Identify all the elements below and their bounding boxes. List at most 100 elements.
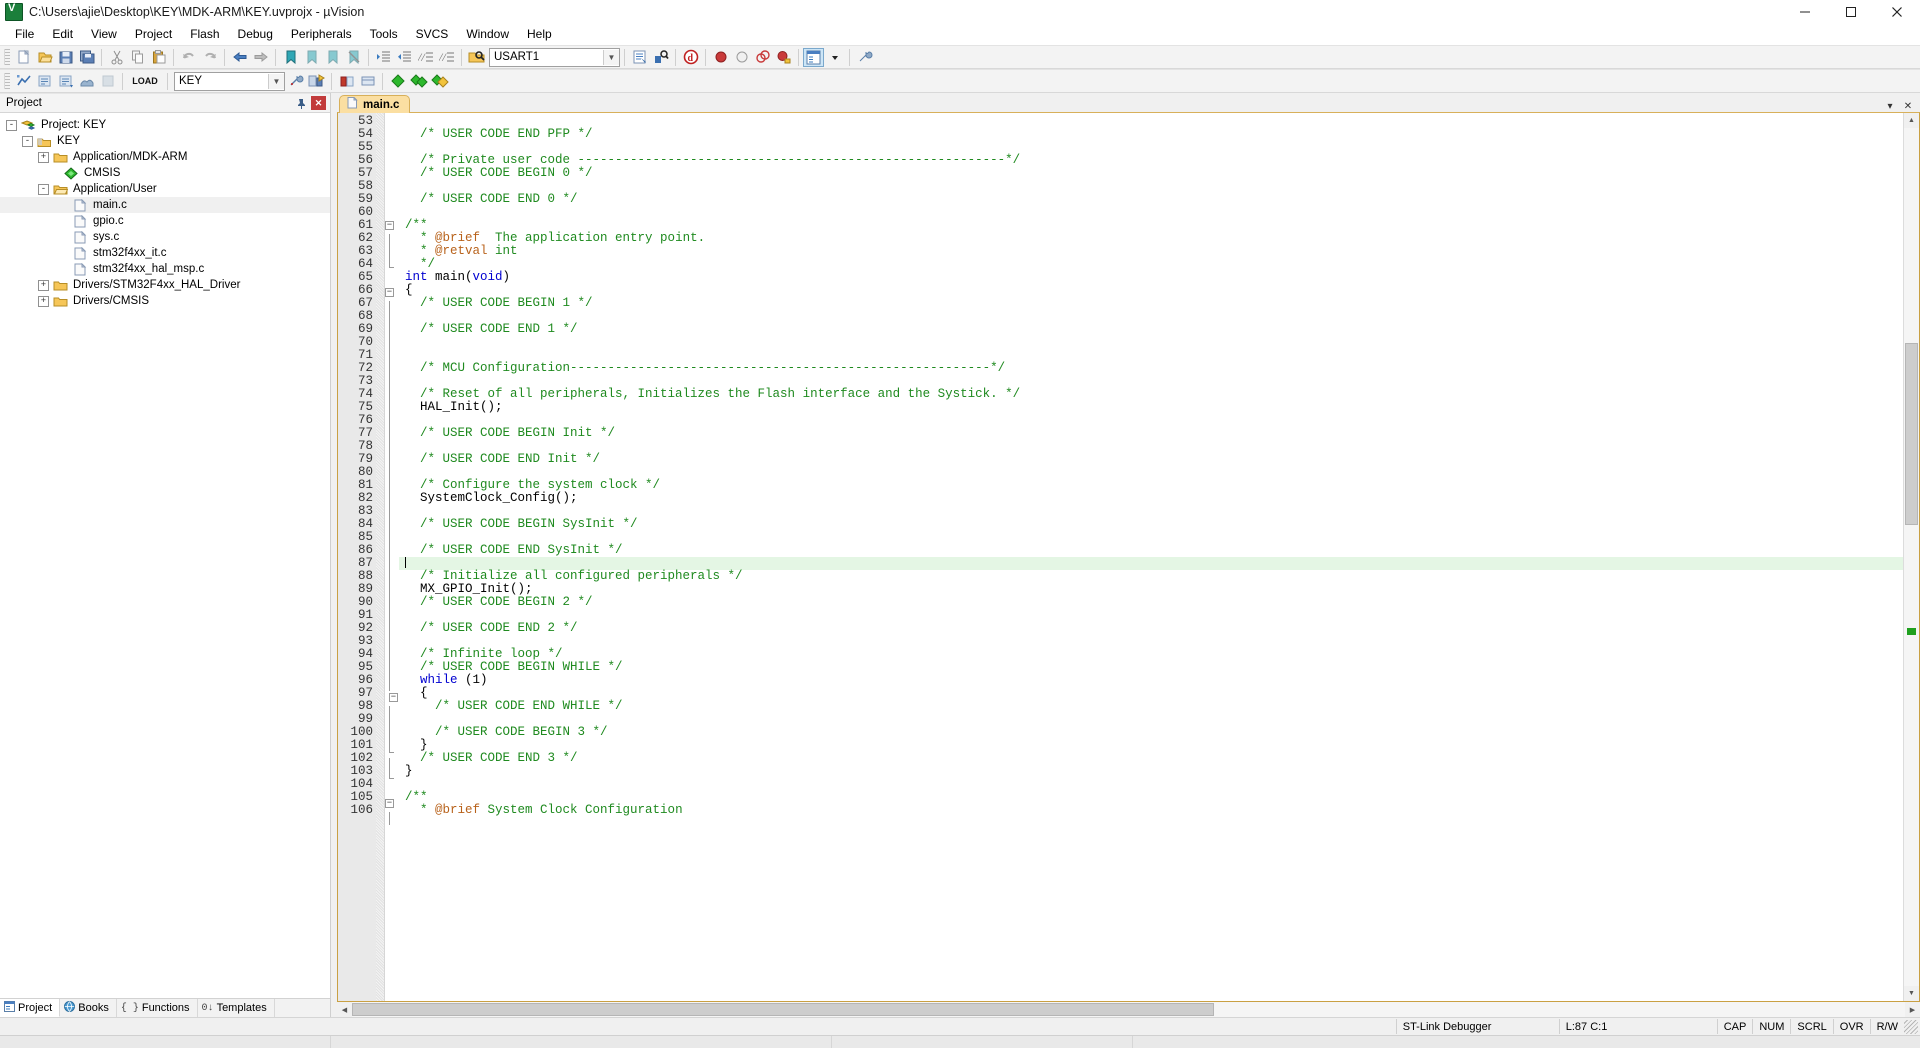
code-line[interactable]: /* Initialize all configured peripherals… xyxy=(399,570,1903,583)
code-editor[interactable]: 53 54 55 56 57 58 59 60 61 62 63 64 65 66 67 68 69 70 71 72… xyxy=(338,113,1903,1001)
tree-node-project-key[interactable]: - Project: KEY xyxy=(0,117,330,133)
code-line[interactable]: /* USER CODE BEGIN Init */ xyxy=(399,427,1903,440)
code-line[interactable]: HAL_Init(); xyxy=(399,401,1903,414)
maximize-button[interactable] xyxy=(1828,0,1874,24)
fold-marker[interactable]: − xyxy=(385,693,399,706)
expander-collapse[interactable]: - xyxy=(38,183,49,195)
code-line[interactable]: } xyxy=(399,739,1903,752)
target-select-combo[interactable]: KEY ▼ xyxy=(174,71,285,91)
menu-item-peripherals[interactable]: Peripherals xyxy=(282,25,361,44)
menu-item-tools[interactable]: Tools xyxy=(361,25,407,44)
code-line[interactable] xyxy=(399,336,1903,349)
load-icon[interactable]: LOAD xyxy=(127,72,163,91)
code-line[interactable] xyxy=(399,609,1903,622)
tree-node-drivers-cmsis[interactable]: + Drivers/CMSIS xyxy=(0,293,330,309)
code-line[interactable]: /* USER CODE END WHILE */ xyxy=(399,700,1903,713)
debug-target-combo[interactable]: USART1 ▼ xyxy=(489,47,620,67)
indent-decrease-icon[interactable] xyxy=(394,48,415,67)
expander-expand[interactable]: + xyxy=(38,295,49,307)
bookmark-toggle-icon[interactable] xyxy=(280,48,301,67)
menu-item-help[interactable]: Help xyxy=(518,25,561,44)
code-line[interactable]: /* Private user code -------------------… xyxy=(399,154,1903,167)
scroll-down-button[interactable]: ▼ xyxy=(1904,986,1919,1001)
code-line[interactable]: /* USER CODE BEGIN 0 */ xyxy=(399,167,1903,180)
menu-item-edit[interactable]: Edit xyxy=(43,25,82,44)
close-button[interactable] xyxy=(1874,0,1920,24)
project-window-toggle-icon[interactable] xyxy=(803,47,824,67)
rebuild-icon[interactable] xyxy=(55,72,76,91)
minimize-button[interactable] xyxy=(1782,0,1828,24)
code-line[interactable]: /* USER CODE END SysInit */ xyxy=(399,544,1903,557)
breakpoint-margin[interactable] xyxy=(376,113,385,1001)
fold-marker[interactable]: − xyxy=(385,288,399,301)
new-file-icon[interactable] xyxy=(13,48,34,67)
tree-node-key-target[interactable]: - KEY xyxy=(0,133,330,149)
tab-project[interactable]: Project xyxy=(0,999,61,1017)
manage-runtime-env-icon[interactable] xyxy=(357,72,378,91)
tree-node-stm32f4xx-hal-msp-c[interactable]: stm32f4xx_hal_msp.c xyxy=(0,261,330,277)
bookmark-next-icon[interactable] xyxy=(322,48,343,67)
indent-increase-icon[interactable] xyxy=(373,48,394,67)
hscroll-thumb[interactable] xyxy=(352,1003,1214,1016)
pack-installer-icon[interactable] xyxy=(336,72,357,91)
toolbar-grip[interactable] xyxy=(4,49,10,65)
open-file-icon[interactable] xyxy=(34,48,55,67)
code-line[interactable] xyxy=(399,180,1903,193)
code-line[interactable]: /* USER CODE BEGIN WHILE */ xyxy=(399,661,1903,674)
insert-breakpoint-icon[interactable] xyxy=(710,48,731,67)
code-line[interactable]: /* USER CODE BEGIN SysInit */ xyxy=(399,518,1903,531)
chevron-down-icon[interactable]: ▼ xyxy=(603,49,619,65)
code-line[interactable]: SystemClock_Config(); xyxy=(399,492,1903,505)
batch-build-icon[interactable] xyxy=(76,72,97,91)
code-line[interactable] xyxy=(399,713,1903,726)
stop-build-icon[interactable] xyxy=(97,72,118,91)
tree-node-drivers-stm32f4xx-hal-driver[interactable]: + Drivers/STM32F4xx_HAL_Driver xyxy=(0,277,330,293)
menu-item-view[interactable]: View xyxy=(82,25,126,44)
disable-all-breakpoints-icon[interactable] xyxy=(773,48,794,67)
target-options-dialog-icon[interactable] xyxy=(285,72,306,91)
tab-books[interactable]: Books xyxy=(60,999,117,1017)
uncomment-icon[interactable]: // xyxy=(436,48,457,67)
save-all-icon[interactable] xyxy=(76,48,97,67)
code-line[interactable] xyxy=(399,440,1903,453)
code-line[interactable] xyxy=(399,531,1903,544)
code-line[interactable] xyxy=(399,206,1903,219)
code-line[interactable]: * @retval int xyxy=(399,245,1903,258)
configuration-wizard-icon[interactable] xyxy=(854,48,875,67)
code-line[interactable]: /* USER CODE END 2 */ xyxy=(399,622,1903,635)
code-line[interactable] xyxy=(399,778,1903,791)
comment-icon[interactable]: // xyxy=(415,48,436,67)
tree-node-stm32f4xx-it-c[interactable]: stm32f4xx_it.c xyxy=(0,245,330,261)
redo-icon[interactable] xyxy=(199,48,220,67)
toolbar-grip[interactable] xyxy=(4,73,10,89)
code-line[interactable]: } xyxy=(399,765,1903,778)
code-line[interactable]: /* USER CODE BEGIN 3 */ xyxy=(399,726,1903,739)
svcs-commit-icon[interactable] xyxy=(387,72,408,91)
start-debug-session-icon[interactable]: d xyxy=(680,48,701,67)
close-icon[interactable]: ✕ xyxy=(311,96,326,110)
code-line[interactable]: { xyxy=(399,284,1903,297)
tree-node-application-user[interactable]: - Application/User xyxy=(0,181,330,197)
pin-icon[interactable] xyxy=(294,96,308,110)
tree-node-main-c[interactable]: main.c xyxy=(0,197,330,213)
code-line[interactable] xyxy=(399,414,1903,427)
tab-templates[interactable]: 0↓ Templates xyxy=(198,999,275,1017)
project-tree[interactable]: - Project: KEY - KEY + Application/MDK-A… xyxy=(0,113,330,998)
manage-project-items-icon[interactable] xyxy=(306,72,327,91)
code-line[interactable]: /* USER CODE BEGIN 2 */ xyxy=(399,596,1903,609)
close-icon[interactable]: ✕ xyxy=(1902,101,1914,112)
navigate-forward-icon[interactable] xyxy=(250,48,271,67)
undo-icon[interactable] xyxy=(178,48,199,67)
disable-breakpoint-icon[interactable] xyxy=(731,48,752,67)
fold-collapse-box[interactable]: − xyxy=(389,693,398,702)
copy-icon[interactable] xyxy=(127,48,148,67)
expander-expand[interactable]: + xyxy=(38,151,49,163)
fold-collapse-box[interactable]: − xyxy=(385,799,394,808)
paste-icon[interactable] xyxy=(148,48,169,67)
hscroll-track[interactable] xyxy=(352,1002,1905,1017)
code-line[interactable]: while (1) xyxy=(399,674,1903,687)
chevron-down-icon[interactable]: ▾ xyxy=(1884,101,1896,112)
resize-grip[interactable] xyxy=(1904,1019,1918,1034)
expander-collapse[interactable]: - xyxy=(22,135,33,147)
bookmark-clear-icon[interactable] xyxy=(343,48,364,67)
